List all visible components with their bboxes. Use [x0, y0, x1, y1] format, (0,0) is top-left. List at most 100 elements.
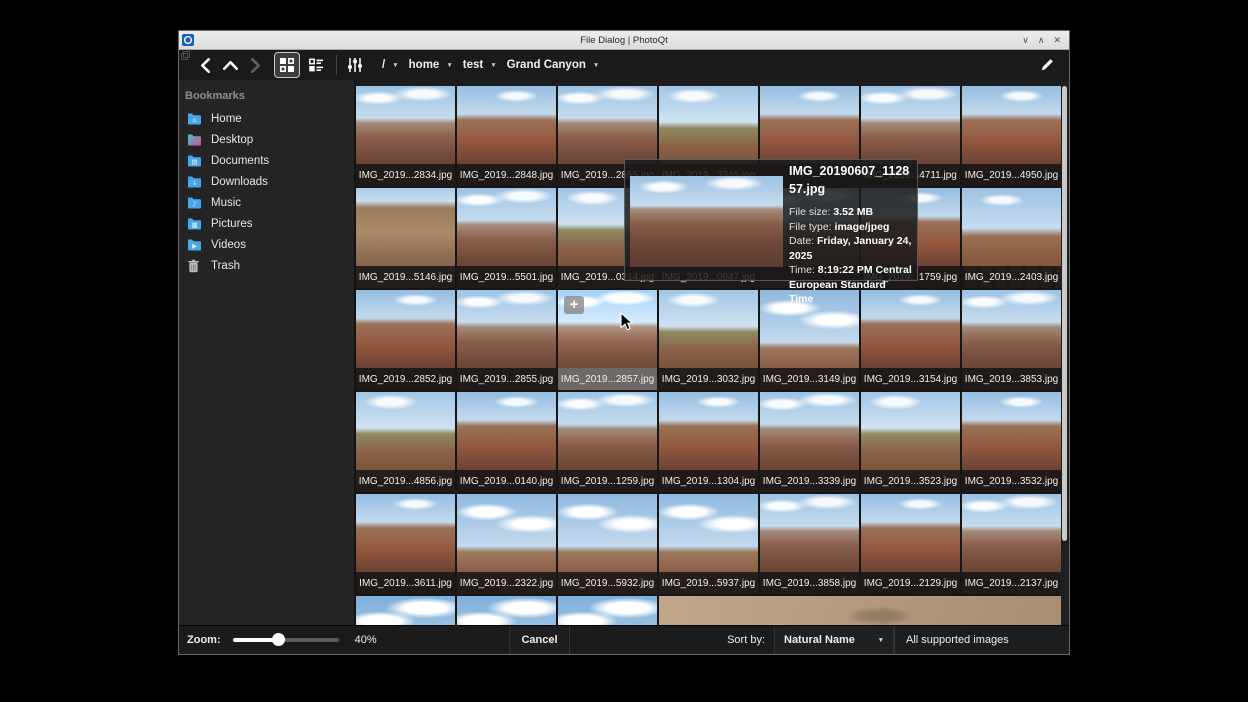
thumbnail-cell[interactable]: IMG_2019...1259.jpg — [558, 392, 657, 492]
thumbnail-cell[interactable] — [356, 596, 455, 625]
thumbnail-cell[interactable]: IMG_2019...4950.jpg — [962, 86, 1061, 186]
scrollbar-track[interactable] — [1061, 80, 1069, 625]
bookmarks-sidebar: Bookmarks ⌂Home Desktop ▤Documents↓Downloa… — [179, 80, 356, 625]
thumbnail-filename: IMG_2019...4856.jpg — [356, 470, 455, 492]
thumbnail-cell[interactable] — [457, 596, 556, 625]
thumbnail-filename: IMG_2019...1304.jpg — [659, 470, 758, 492]
minimize-button[interactable]: ∨ — [1022, 31, 1029, 49]
breadcrumb-dropdown-arrow[interactable]: ▼ — [593, 61, 599, 69]
zoom-slider[interactable] — [233, 633, 339, 647]
thumbnail-cell[interactable]: IMG_2019...3532.jpg — [962, 392, 1061, 492]
thumbnail-image — [558, 596, 657, 625]
thumbnail-cell[interactable]: IMG_2019...2834.jpg — [356, 86, 455, 186]
thumbnail-filename: IMG_2019...2855.jpg — [457, 368, 556, 390]
thumbnail-filename: IMG_2019...3154.jpg — [861, 368, 960, 390]
sidebar-item-downloads[interactable]: ↓Downloads — [179, 171, 354, 192]
breadcrumb-label: home — [409, 59, 440, 71]
pictures-folder-icon: ▦ — [187, 217, 203, 231]
thumbnail-cell[interactable]: IMG_2019...3339.jpg — [760, 392, 859, 492]
edit-path-button[interactable] — [1033, 53, 1059, 77]
thumbnail-cell[interactable]: IMG_2019...5937.jpg — [659, 494, 758, 594]
up-button[interactable] — [220, 53, 240, 77]
svg-text:▤: ▤ — [192, 158, 198, 166]
sidebar-item-videos[interactable]: ▶Videos — [179, 234, 354, 255]
thumbnail-cell[interactable]: IMG_2019...5932.jpg — [558, 494, 657, 594]
trash-icon — [187, 259, 203, 273]
thumbnail-cell[interactable]: IMG_2019...3858.jpg — [760, 494, 859, 594]
thumbnail-cell[interactable]: IMG_2019...2322.jpg — [457, 494, 556, 594]
thumbnail-cell[interactable]: IMG_2019...2137.jpg — [962, 494, 1061, 594]
mouse-cursor — [620, 312, 635, 331]
detach-window-icon[interactable] — [181, 51, 190, 60]
sidebar-item-home[interactable]: ⌂Home — [179, 108, 354, 129]
scrollbar-thumb[interactable] — [1062, 86, 1067, 541]
thumbnail-filename: IMG_2019...2857.jpg — [558, 368, 657, 390]
thumbnail-filename: IMG_2019...3611.jpg — [356, 572, 455, 594]
zoom-percentage: 40% — [355, 634, 377, 646]
thumbnail-cell[interactable]: IMG_2019...3032.jpg — [659, 290, 758, 390]
thumbnail-cell[interactable]: IMG_2019...1304.jpg — [659, 392, 758, 492]
toolbar-separator — [336, 55, 337, 75]
thumbnail-filename: IMG_2019...3858.jpg — [760, 572, 859, 594]
thumbnail-cell[interactable]: IMG_2019...2852.jpg — [356, 290, 455, 390]
thumbnail-filename: IMG_2019...5932.jpg — [558, 572, 657, 594]
thumbnail-cell[interactable]: IMG_2019...0140.jpg — [457, 392, 556, 492]
thumbnail-cell[interactable]: IMG_2019...5146.jpg — [356, 188, 455, 288]
sort-by-dropdown[interactable]: Natural Name ▼ — [774, 626, 894, 654]
breadcrumb-segment-home[interactable]: home ▼ — [409, 59, 453, 71]
sidebar-item-documents[interactable]: ▤Documents — [179, 150, 354, 171]
breadcrumb-dropdown-arrow[interactable]: ▼ — [446, 61, 452, 69]
file-type-filter-dropdown[interactable]: All supported images — [894, 626, 1069, 654]
window-title: File Dialog | PhotoQt — [179, 35, 1069, 46]
thumbnail-filename: IMG_2019...3149.jpg — [760, 368, 859, 390]
sidebar-item-label: Desktop — [211, 134, 253, 146]
tooltip-detail-line: File size: 3.52 MB — [789, 205, 912, 219]
thumbnail-cell[interactable]: IMG_2019...3853.jpg — [962, 290, 1061, 390]
thumbnail-filename: IMG_2019...0140.jpg — [457, 470, 556, 492]
file-dialog-window: File Dialog | PhotoQt ∨ ∧ ✕ — [178, 30, 1070, 655]
thumbnail-cell[interactable]: IMG_2019...2857.jpg + — [558, 290, 657, 390]
maximize-button[interactable]: ∧ — [1038, 31, 1045, 49]
settings-filter-button[interactable] — [345, 53, 365, 77]
thumbnail-cell[interactable]: IMG_2019...2848.jpg — [457, 86, 556, 186]
thumbnail-cell[interactable]: IMG_2019...2403.jpg — [962, 188, 1061, 288]
back-button[interactable] — [195, 53, 215, 77]
titlebar[interactable]: File Dialog | PhotoQt ∨ ∧ ✕ — [179, 31, 1069, 50]
svg-text:♪: ♪ — [193, 200, 197, 208]
sidebar-item-pictures[interactable]: ▦Pictures — [179, 213, 354, 234]
sort-by-label: Sort by: — [727, 634, 765, 646]
thumbnail-cell[interactable] — [558, 596, 657, 625]
sidebar-item-music[interactable]: ♪Music — [179, 192, 354, 213]
zoom-slider-knob[interactable] — [272, 633, 285, 646]
add-select-button[interactable]: + — [564, 296, 584, 314]
thumbnail-cell[interactable]: IMG_2019...4856.jpg — [356, 392, 455, 492]
breadcrumb-dropdown-arrow[interactable]: ▼ — [490, 61, 496, 69]
thumbnail-filename: IMG_2019...1259.jpg — [558, 470, 657, 492]
bookmarks-header: Bookmarks — [179, 88, 354, 108]
downloads-folder-icon: ↓ — [187, 175, 203, 189]
breadcrumb-dropdown-arrow[interactable]: ▼ — [392, 61, 398, 69]
sidebar-item-desktop[interactable]: Desktop — [179, 129, 354, 150]
sidebar-item-trash[interactable]: Trash — [179, 255, 354, 276]
breadcrumb-segment-grand-canyon[interactable]: Grand Canyon▼ — [507, 59, 600, 71]
thumbnail-cell[interactable]: IMG_2019...3611.jpg — [356, 494, 455, 594]
thumbnail-cell[interactable]: IMG_2019...3523.jpg — [861, 392, 960, 492]
desktop-folder-icon — [187, 133, 203, 147]
thumbnail-cell[interactable]: IMG_2019...2855.jpg — [457, 290, 556, 390]
music-folder-icon: ♪ — [187, 196, 203, 210]
thumbnail-filename: IMG_2019...5501.jpg — [457, 266, 556, 288]
tooltip-detail-line: Date: Friday, January 24, 2025 — [789, 234, 912, 263]
list-view-button[interactable] — [304, 53, 328, 77]
breadcrumb-segment-test[interactable]: test▼ — [463, 59, 497, 71]
thumbnail-cell[interactable]: IMG_2019...2129.jpg — [861, 494, 960, 594]
cancel-button[interactable]: Cancel — [509, 626, 570, 654]
home-folder-icon: ⌂ — [187, 112, 203, 126]
thumbnail-filename: IMG_2019...2834.jpg — [356, 164, 455, 186]
thumbnail-cell[interactable]: IMG_2019...5501.jpg — [457, 188, 556, 288]
breadcrumb-segment-root[interactable]: /▼ — [382, 59, 399, 71]
forward-button[interactable] — [245, 53, 265, 77]
close-button[interactable]: ✕ — [1053, 31, 1061, 49]
breadcrumb-label: / — [382, 59, 385, 71]
grid-view-button[interactable] — [274, 52, 300, 78]
thumbnail-cell[interactable] — [659, 596, 1061, 625]
